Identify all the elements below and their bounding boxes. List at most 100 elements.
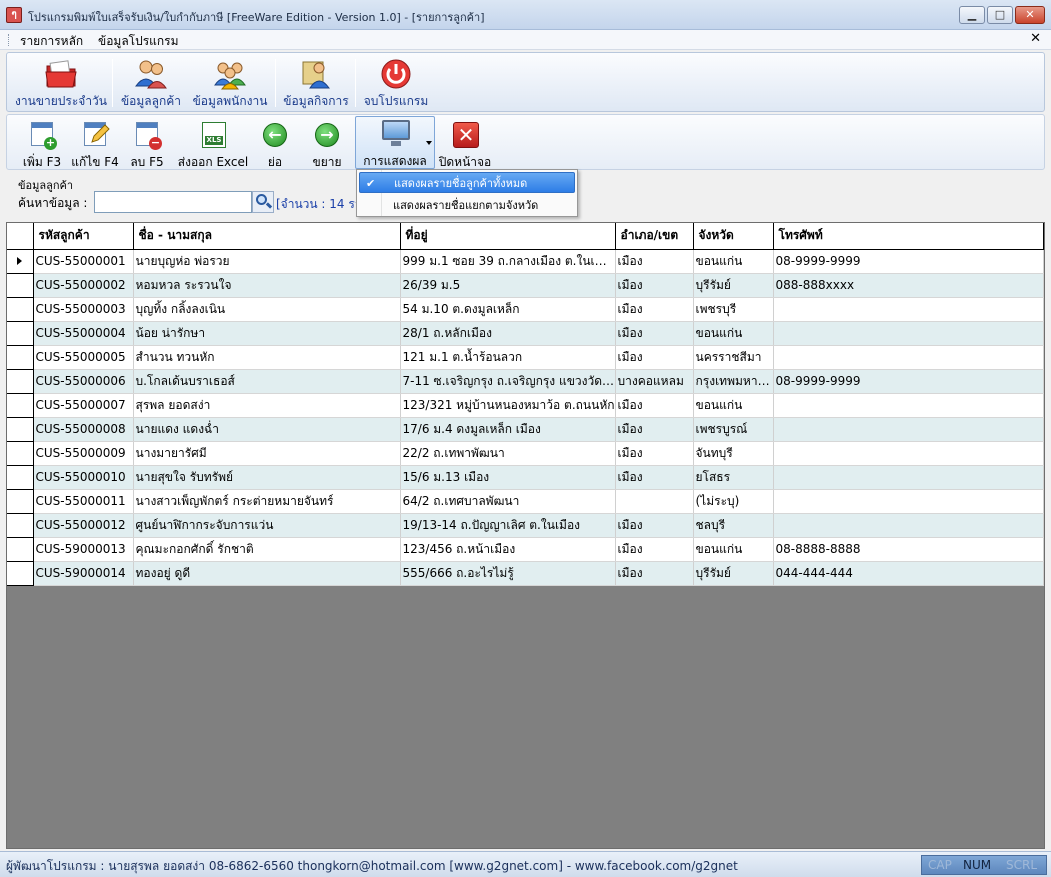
column-header-customer-id[interactable]: รหัสลูกค้า [33, 223, 134, 250]
mdi-close-button[interactable]: ✕ [1030, 31, 1041, 46]
maximize-button[interactable]: □ [987, 6, 1013, 24]
cell-address[interactable]: 121 ม.1 ต.น้ำร้อนลวก [400, 345, 616, 370]
cell-phone[interactable] [773, 345, 1044, 370]
row-header[interactable] [7, 249, 34, 274]
cell-address[interactable]: 26/39 ม.5 [400, 273, 616, 298]
cell-phone[interactable]: 08-9999-9999 [773, 369, 1044, 394]
cell-province[interactable]: ขอนแก่น [693, 393, 774, 418]
row-header[interactable] [7, 561, 34, 586]
menu-show-all-customers[interactable]: ✔ แสดงผลรายชื่อลูกค้าทั้งหมด [359, 172, 575, 193]
cell-district[interactable]: เมือง [615, 273, 694, 298]
cell-customer-id[interactable]: CUS-55000007 [33, 393, 134, 418]
cell-customer-id[interactable]: CUS-55000012 [33, 513, 134, 538]
cell-province[interactable]: นครราชสีมา [693, 345, 774, 370]
cell-district[interactable]: เมือง [615, 513, 694, 538]
table-row[interactable]: CUS-55000009 นางมายารัศมี 22/2 ถ.เทพาพัฒนา… [7, 441, 1044, 466]
cell-name[interactable]: นายสุขใจ รับทรัพย์ [133, 465, 401, 490]
cell-customer-id[interactable]: CUS-55000005 [33, 345, 134, 370]
cell-province[interactable]: ขอนแก่น [693, 321, 774, 346]
cell-province[interactable]: บุรีรัมย์ [693, 561, 774, 586]
cell-name[interactable]: บ.โกลเด้นบราเธอส์ [133, 369, 401, 394]
row-header[interactable] [7, 537, 34, 562]
cell-phone[interactable] [773, 465, 1044, 490]
expand-button[interactable]: → ขยาย [309, 118, 345, 169]
row-header[interactable] [7, 393, 34, 418]
row-header[interactable] [7, 345, 34, 370]
cell-address[interactable]: 19/13-14 ถ.ปัญญาเลิศ ต.ในเมือง [400, 513, 616, 538]
cell-address[interactable]: 15/6 ม.13 เมือง [400, 465, 616, 490]
cell-phone[interactable] [773, 489, 1044, 514]
add-button[interactable]: + เพิ่ม F3 [21, 118, 63, 169]
row-header[interactable] [7, 321, 34, 346]
table-row[interactable]: CUS-55000003 บุญทิ้ง กลิ้งลงเนิน 54 ม.10 ต… [7, 297, 1044, 322]
cell-name[interactable]: ศูนย์นาฬิกากระจับการแว่น [133, 513, 401, 538]
cell-district[interactable]: เมือง [615, 465, 694, 490]
cell-name[interactable]: นายบุญห่อ พ่อรวย [133, 249, 401, 274]
cell-name[interactable]: นายแดง แดงฉ่ำ [133, 417, 401, 442]
cell-district[interactable]: เมือง [615, 321, 694, 346]
row-header[interactable] [7, 465, 34, 490]
cell-province[interactable]: ยโสธร [693, 465, 774, 490]
menu-program-info[interactable]: ข้อมูลโปรแกรม [98, 32, 179, 51]
table-row[interactable]: CUS-55000010 นายสุขใจ รับทรัพย์ 15/6 ม.13 … [7, 465, 1044, 490]
cell-province[interactable]: (ไม่ระบุ) [693, 489, 774, 514]
search-input[interactable] [94, 191, 252, 213]
cell-customer-id[interactable]: CUS-59000013 [33, 537, 134, 562]
export-excel-button[interactable]: XLS ส่งออก Excel [175, 118, 251, 169]
cell-customer-id[interactable]: CUS-55000009 [33, 441, 134, 466]
table-row[interactable]: CUS-59000014 ทองอยู่ ดูดี 555/666 ถ.อะไรไม… [7, 561, 1044, 586]
cell-phone[interactable]: 044-444-444 [773, 561, 1044, 586]
cell-customer-id[interactable]: CUS-55000011 [33, 489, 134, 514]
employees-button[interactable]: ข้อมูลพนักงาน [189, 55, 271, 111]
row-header[interactable] [7, 297, 34, 322]
cell-address[interactable]: 17/6 ม.4 ดงมูลเหล็ก เมือง [400, 417, 616, 442]
cell-name[interactable]: สำนวน ทวนหัก [133, 345, 401, 370]
row-header[interactable] [7, 417, 34, 442]
cell-province[interactable]: ขอนแก่น [693, 249, 774, 274]
delete-button[interactable]: − ลบ F5 [127, 118, 167, 169]
table-row[interactable]: CUS-55000002 หอมหวล ระรวนใจ 26/39 ม.5 เมือง… [7, 273, 1044, 298]
search-button[interactable] [252, 191, 274, 213]
table-row[interactable]: CUS-55000005 สำนวน ทวนหัก 121 ม.1 ต.น้ำร้อ… [7, 345, 1044, 370]
exit-program-button[interactable]: จบโปรแกรม [361, 55, 431, 111]
table-row[interactable]: CUS-55000008 นายแดง แดงฉ่ำ 17/6 ม.4 ดงมูลเ… [7, 417, 1044, 442]
cell-name[interactable]: คุณมะกอกศักดิ์ รักชาติ [133, 537, 401, 562]
cell-customer-id[interactable]: CUS-55000008 [33, 417, 134, 442]
row-header[interactable] [7, 273, 34, 298]
table-row[interactable]: CUS-55000001 นายบุญห่อ พ่อรวย 999 ม.1 ซอย … [7, 249, 1044, 274]
cell-phone[interactable] [773, 321, 1044, 346]
cell-address[interactable]: 123/321 หมู่บ้านหนองหมาว้อ ต.ถนนหัก [400, 393, 616, 418]
cell-address[interactable]: 22/2 ถ.เทพาพัฒนา [400, 441, 616, 466]
cell-province[interactable]: เพชรบุรี [693, 297, 774, 322]
cell-name[interactable]: หอมหวล ระรวนใจ [133, 273, 401, 298]
customers-button[interactable]: ข้อมูลลูกค้า [117, 55, 185, 111]
table-row[interactable]: CUS-55000011 นางสาวเพ็ญพักตร์ กระต่ายหมาย… [7, 489, 1044, 514]
cell-name[interactable]: สุรพล ยอดสง่า [133, 393, 401, 418]
cell-province[interactable]: ขอนแก่น [693, 537, 774, 562]
cell-customer-id[interactable]: CUS-55000004 [33, 321, 134, 346]
cell-customer-id[interactable]: CUS-55000002 [33, 273, 134, 298]
cell-district[interactable]: เมือง [615, 345, 694, 370]
row-header[interactable] [7, 489, 34, 514]
table-row[interactable]: CUS-55000007 สุรพล ยอดสง่า 123/321 หมู่บ้า… [7, 393, 1044, 418]
menu-show-by-province[interactable]: แสดงผลรายชื่อแยกตามจังหวัด [359, 195, 575, 216]
cell-district[interactable] [615, 489, 694, 514]
cell-phone[interactable]: 08-9999-9999 [773, 249, 1044, 274]
table-row[interactable]: CUS-55000004 น้อย น่ารักษา 28/1 ถ.หลักเมือ… [7, 321, 1044, 346]
cell-address[interactable]: 999 ม.1 ซอย 39 ถ.กลางเมือง ต.ในเมือง [400, 249, 616, 274]
cell-province[interactable]: กรุงเทพมหานคร [693, 369, 774, 394]
display-mode-button[interactable]: การแสดงผล [355, 116, 435, 169]
column-header-phone[interactable]: โทรศัพท์ [773, 223, 1044, 250]
cell-address[interactable]: 54 ม.10 ต.ดงมูลเหล็ก [400, 297, 616, 322]
display-dropdown-arrow-icon[interactable] [426, 141, 432, 145]
cell-phone[interactable] [773, 417, 1044, 442]
cell-province[interactable]: จันทบุรี [693, 441, 774, 466]
table-row[interactable]: CUS-55000006 บ.โกลเด้นบราเธอส์ 7-11 ซ.เจริ… [7, 369, 1044, 394]
cell-name[interactable]: น้อย น่ารักษา [133, 321, 401, 346]
cell-district[interactable]: เมือง [615, 537, 694, 562]
business-button[interactable]: ข้อมูลกิจการ [281, 55, 351, 111]
cell-district[interactable]: เมือง [615, 561, 694, 586]
cell-name[interactable]: บุญทิ้ง กลิ้งลงเนิน [133, 297, 401, 322]
cell-name[interactable]: ทองอยู่ ดูดี [133, 561, 401, 586]
close-button[interactable]: ✕ [1015, 6, 1045, 24]
